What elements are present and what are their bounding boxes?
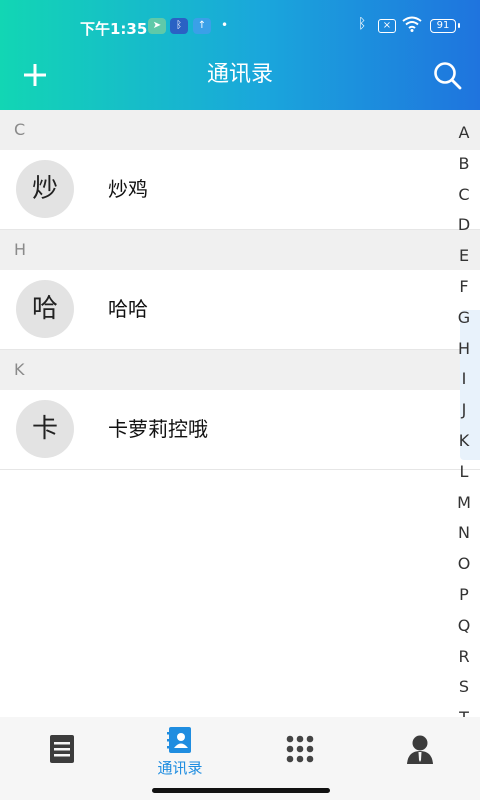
tab-dialpad[interactable] <box>240 717 360 787</box>
index-letter[interactable]: O <box>448 549 480 580</box>
profile-icon <box>407 735 433 764</box>
section-header: H <box>0 230 480 270</box>
section-header: C <box>0 110 480 150</box>
index-letter[interactable]: N <box>448 518 480 549</box>
contact-row[interactable]: 炒 炒鸡 <box>0 150 480 230</box>
index-letter[interactable]: K <box>448 426 480 457</box>
index-letter[interactable]: S <box>448 672 480 703</box>
index-letter[interactable]: H <box>448 334 480 365</box>
navigation-icon: ➤ <box>148 18 166 34</box>
tab-notes[interactable] <box>0 717 120 787</box>
index-letter[interactable]: I <box>448 364 480 395</box>
bluetooth-small-icon: ᛒ <box>170 18 188 34</box>
index-letter[interactable]: D <box>448 210 480 241</box>
contact-name: 哈哈 <box>108 297 148 321</box>
contacts-book-icon <box>167 727 191 753</box>
battery-indicator: 91 <box>430 19 460 33</box>
avatar: 卡 <box>16 400 74 458</box>
status-bar: 下午1:35 ➤ ᛒ ↑ • ᛒ × 91 <box>0 0 480 52</box>
contact-list: C 炒 炒鸡 H 哈 哈哈 K 卡 卡萝莉控哦 <box>0 110 480 470</box>
avatar: 炒 <box>16 160 74 218</box>
notification-dot-icon: • <box>221 18 229 32</box>
contact-name: 卡萝莉控哦 <box>108 417 208 441</box>
upload-icon: ↑ <box>193 18 211 34</box>
dialpad-icon <box>286 735 314 763</box>
search-icon <box>434 62 462 90</box>
section-header: K <box>0 350 480 390</box>
index-letter[interactable]: R <box>448 642 480 673</box>
contact-row[interactable]: 哈 哈哈 <box>0 270 480 350</box>
wifi-icon <box>402 16 422 36</box>
index-letter[interactable]: G <box>448 303 480 334</box>
index-letter[interactable]: E <box>448 241 480 272</box>
bluetooth-icon: ᛒ <box>358 16 367 32</box>
index-letter[interactable]: P <box>448 580 480 611</box>
index-letter[interactable]: M <box>448 488 480 519</box>
status-time: 下午1:35 <box>80 20 148 38</box>
index-letter[interactable]: B <box>448 149 480 180</box>
sim-off-icon: × <box>378 19 396 33</box>
page-title: 通讯录 <box>206 62 273 87</box>
search-button[interactable] <box>432 60 464 92</box>
tab-label: 通讯录 <box>157 759 203 777</box>
notes-icon <box>50 735 74 763</box>
contact-row[interactable]: 卡 卡萝莉控哦 <box>0 390 480 470</box>
avatar: 哈 <box>16 280 74 338</box>
alphabet-index[interactable]: A B C D E F G H I J K L M N O P Q R S T <box>448 118 480 734</box>
index-letter[interactable]: L <box>448 457 480 488</box>
index-letter[interactable]: Q <box>448 611 480 642</box>
index-letter[interactable]: F <box>448 272 480 303</box>
index-letter[interactable]: C <box>448 180 480 211</box>
app-header: 下午1:35 ➤ ᛒ ↑ • ᛒ × 91 通讯录 <box>0 0 480 110</box>
index-letter[interactable]: A <box>448 118 480 149</box>
index-letter[interactable]: J <box>448 395 480 426</box>
tab-contacts[interactable]: 通讯录 <box>120 717 240 787</box>
home-indicator[interactable] <box>152 788 330 793</box>
contact-name: 炒鸡 <box>108 177 148 201</box>
tab-profile[interactable] <box>360 717 480 787</box>
